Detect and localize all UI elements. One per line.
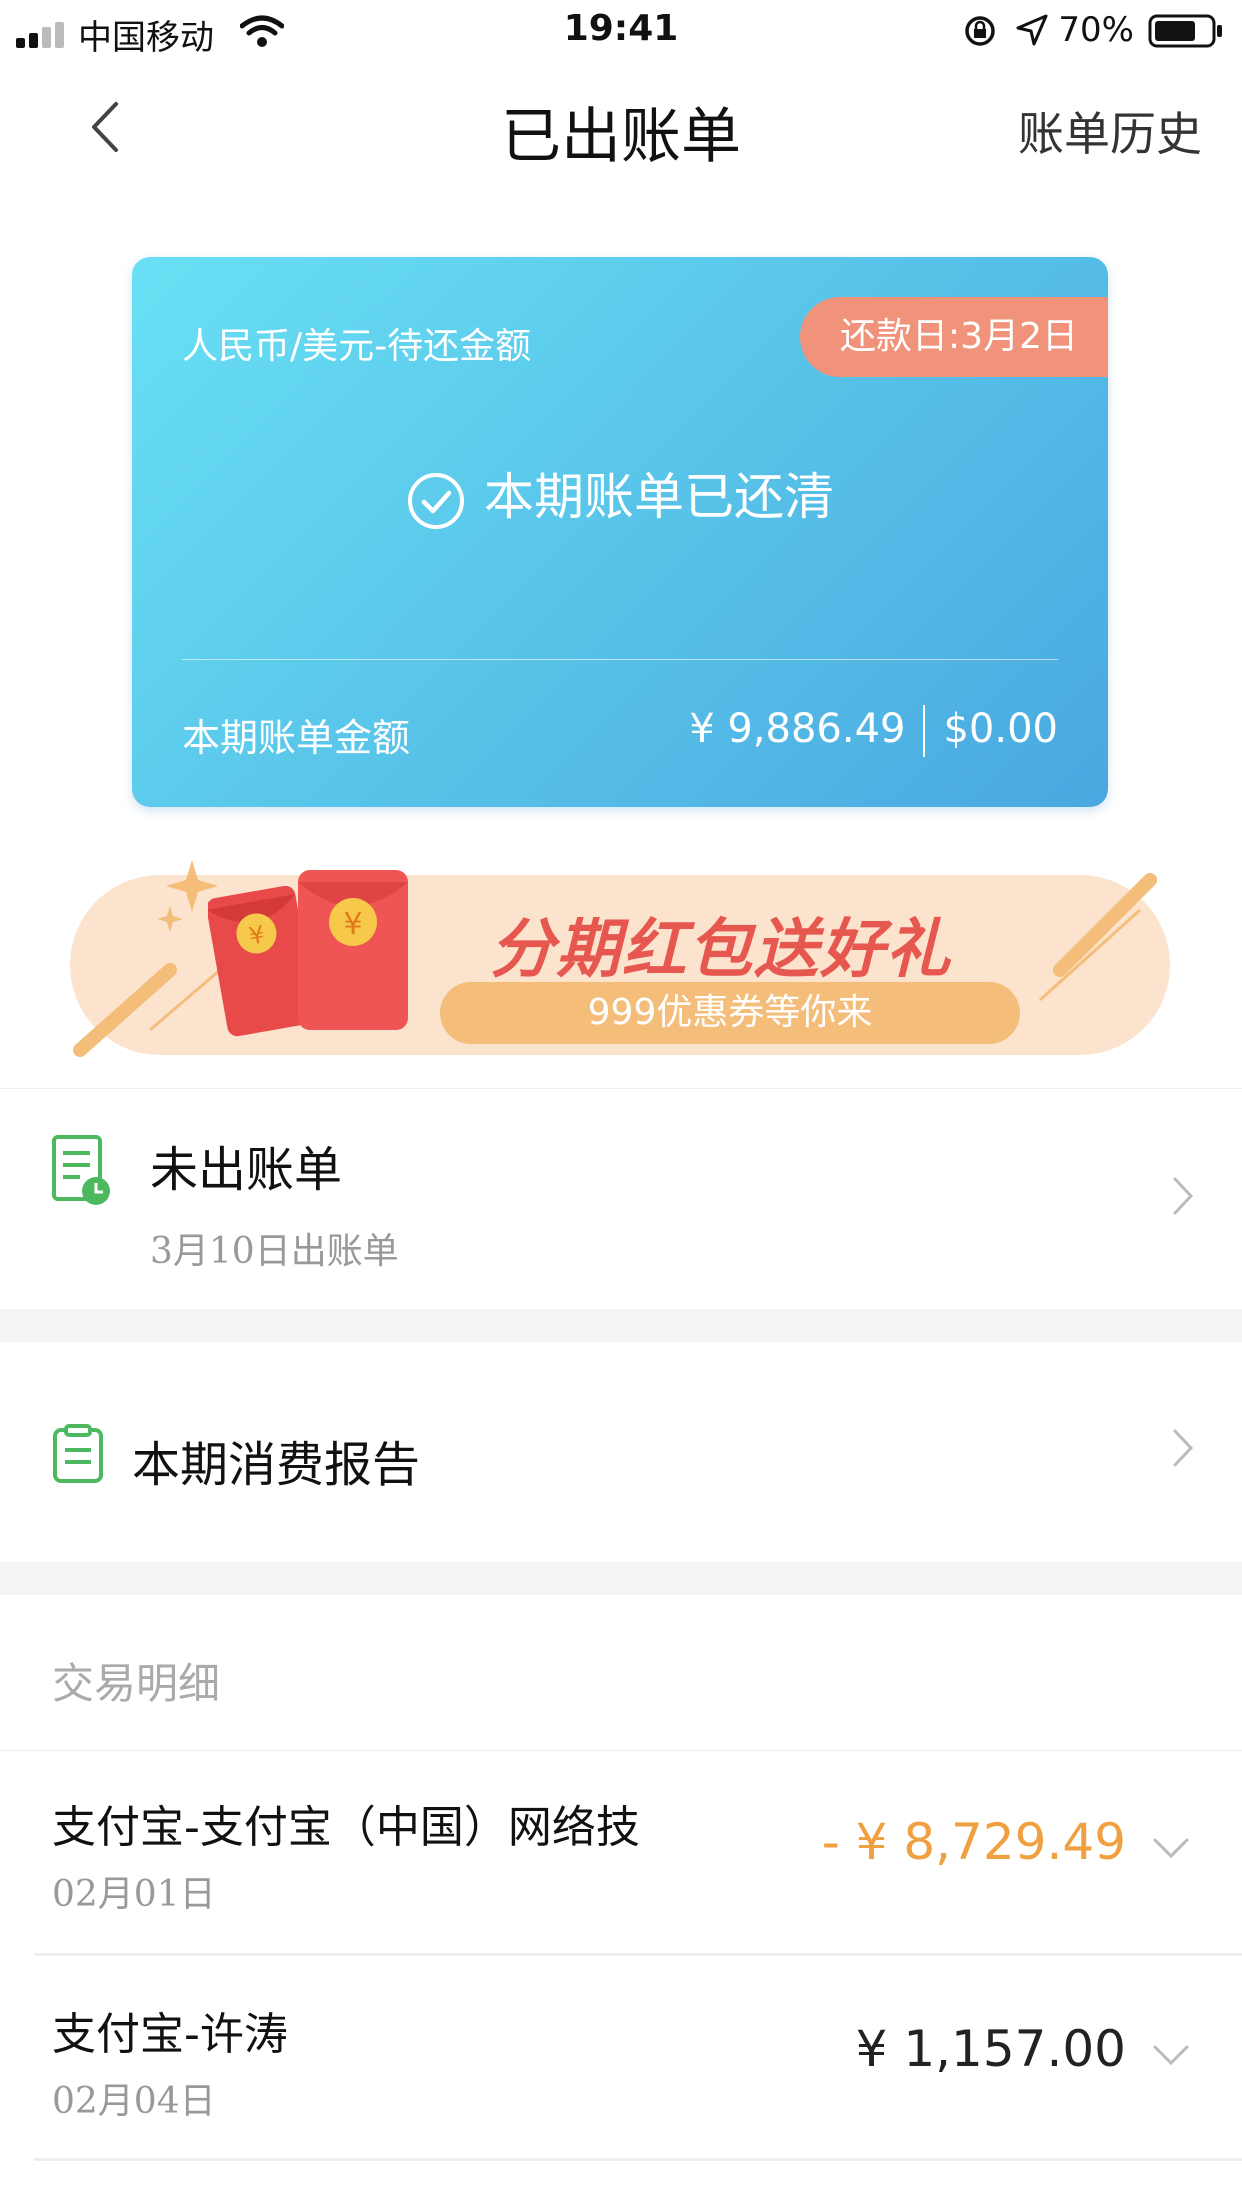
banner-subtitle: 999优惠券等你来 (440, 982, 1020, 1044)
chevron-down-icon[interactable] (1152, 2044, 1190, 2066)
bill-summary-card: 人民币/美元-待还金额 还款日:3月2日 本期账单已还清 本期账单金额 ¥ 9,… (132, 257, 1108, 807)
unbilled-subtitle: 3月10日出账单 (150, 1231, 399, 1272)
chevron-right-icon (1173, 1177, 1194, 1215)
battery-icon (1148, 14, 1222, 48)
transaction-name: 支付宝-许涛 (52, 2009, 288, 2060)
chevron-down-icon[interactable] (1152, 1837, 1190, 1859)
chevron-right-icon (1173, 1429, 1194, 1467)
svg-text:¥: ¥ (343, 907, 362, 942)
transaction-details-title: 交易明细 (52, 1659, 221, 1708)
bill-history-link[interactable]: 账单历史 (1018, 98, 1202, 164)
bill-amount: ¥ 9,886.49 $0.00 (689, 705, 1058, 757)
bill-clock-icon (52, 1135, 110, 1205)
bill-amount-label: 本期账单金额 (182, 716, 411, 760)
section-spacer (0, 1309, 1242, 1342)
check-circle-icon (408, 472, 464, 529)
orientation-lock-icon (965, 16, 995, 46)
transaction-row[interactable]: 支付宝-支付宝（中国）网络技 02月01日 - ¥ 8,729.49 (0, 1751, 1242, 1953)
due-date-badge: 还款日:3月2日 (800, 297, 1108, 377)
paid-status: 本期账单已还清 (132, 457, 1108, 531)
transaction-amount: - ¥ 8,729.49 (821, 1813, 1126, 1871)
spending-report-title: 本期消费报告 (132, 1437, 421, 1493)
unbilled-title: 未出账单 (150, 1142, 343, 1198)
card-divider (182, 659, 1058, 660)
divider (34, 2158, 1242, 2161)
transaction-date: 02月04日 (52, 2081, 216, 2122)
status-bar: 中国移动 19:41 70% (0, 0, 1242, 62)
red-envelope-icon: ¥ ¥ (208, 870, 408, 1037)
battery-percent: 70% (1058, 10, 1134, 50)
bill-amount-usd: $0.00 (943, 706, 1058, 752)
transaction-row[interactable]: 支付宝-许涛 02月04日 ¥ 1,157.00 (0, 1956, 1242, 2158)
pending-amount-label: 人民币/美元-待还金额 (182, 326, 532, 367)
report-icon (53, 1424, 103, 1483)
transaction-amount: ¥ 1,157.00 (855, 2020, 1126, 2078)
amount-separator (923, 705, 926, 757)
location-icon (1016, 14, 1048, 46)
transaction-date: 02月01日 (52, 1874, 216, 1915)
transaction-name: 支付宝-支付宝（中国）网络技 (52, 1802, 640, 1853)
status-time: 19:41 (563, 8, 679, 49)
banner-title: 分期红包送好礼 (490, 913, 952, 987)
installment-promo-banner[interactable]: ¥ ¥ 分期红包送好礼 999优惠券等你来 (70, 860, 1170, 1060)
bill-amount-cny: ¥ 9,886.49 (689, 706, 906, 752)
section-spacer (0, 1562, 1242, 1595)
paid-status-text: 本期账单已还清 (484, 468, 834, 526)
decorative-lines-right (1038, 873, 1157, 1002)
